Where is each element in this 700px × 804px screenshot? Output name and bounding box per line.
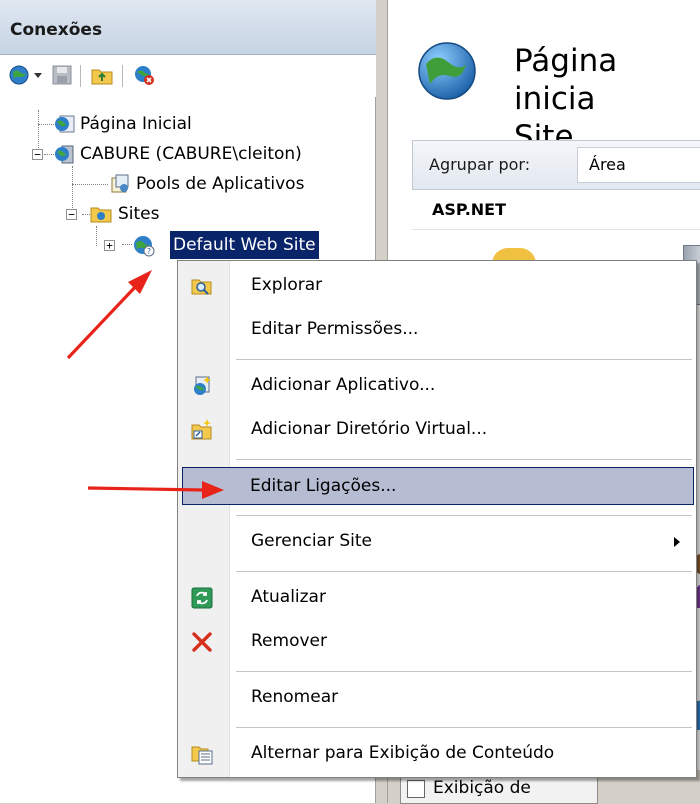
menu-separator (236, 727, 692, 729)
tab-label: Exibição de Recursos (433, 778, 531, 798)
menu-separator (236, 671, 692, 673)
content-view-icon (190, 742, 214, 766)
remove-icon (190, 630, 214, 654)
tree-label: Pools de Aplicativos (136, 174, 305, 194)
tree-label: Default Web Site (170, 231, 319, 259)
menu-label: Gerenciar Site (251, 531, 373, 551)
menu-label: Atualizar (251, 587, 326, 607)
add-virtual-directory-icon (190, 418, 214, 442)
tree-item-sites[interactable]: − Sites (0, 200, 376, 228)
menu-item-add-virtual-directory[interactable]: Adicionar Diretório Virtual... (180, 411, 694, 449)
refresh-icon (190, 586, 214, 610)
menu-item-remove[interactable]: Remover (180, 623, 694, 661)
menu-item-manage-site[interactable]: Gerenciar Site (180, 523, 694, 561)
menu-label: Editar Permissões... (251, 319, 419, 339)
menu-label: Remover (251, 631, 327, 651)
server-icon (54, 143, 76, 165)
submenu-arrow-icon (674, 537, 680, 547)
tree-item-server[interactable]: − CABURE (CABURE\cleiton) (0, 140, 376, 168)
page-title: Página inicia Site (514, 42, 700, 156)
tree-item-default-web-site[interactable]: + ? Default Web Site (0, 231, 376, 259)
svg-text:?: ? (147, 247, 151, 256)
context-menu: Explorar Editar Permissões... Adicionar … (177, 260, 697, 778)
connections-title: Conexões (10, 20, 103, 40)
expand-icon[interactable]: + (104, 240, 115, 251)
menu-separator (236, 459, 692, 461)
menu-separator (236, 515, 692, 517)
tab-resource-view[interactable]: Exibição de Recursos (400, 774, 598, 804)
section-title: ASP.NET (432, 200, 507, 219)
sites-folder-icon (90, 203, 112, 225)
disconnect-icon[interactable] (132, 63, 156, 87)
toolbar-separator (122, 65, 124, 87)
connect-icon[interactable] (8, 63, 32, 87)
website-globe-icon: ? (132, 234, 155, 257)
tree-item-start-page[interactable]: Página Inicial (0, 110, 376, 138)
menu-label: Editar Ligações... (250, 476, 397, 496)
menu-item-rename[interactable]: Renomear (180, 679, 694, 717)
page-title-line: Página inicia (514, 43, 618, 117)
tree-label: CABURE (CABURE\cleiton) (80, 144, 302, 164)
app-pools-icon (108, 173, 130, 195)
save-icon[interactable] (50, 63, 74, 87)
menu-item-add-application[interactable]: Adicionar Aplicativo... (180, 367, 694, 405)
menu-separator (236, 359, 692, 361)
tree-item-app-pools[interactable]: Pools de Aplicativos (0, 170, 376, 198)
group-by-label: Agrupar por: (429, 155, 531, 174)
add-application-icon (190, 374, 214, 398)
resource-view-icon (407, 780, 425, 798)
menu-separator (236, 571, 692, 573)
menu-item-edit-permissions[interactable]: Editar Permissões... (180, 311, 694, 349)
collapse-icon[interactable]: − (32, 149, 43, 160)
menu-label: Explorar (251, 275, 323, 295)
section-header: ASP.NET (412, 190, 700, 230)
toolbar-separator (80, 65, 82, 87)
home-globe-icon (416, 40, 478, 102)
connections-toolbar (0, 55, 376, 97)
menu-item-explore[interactable]: Explorar (180, 267, 694, 305)
group-by-value[interactable]: Área (589, 155, 626, 174)
menu-label: Adicionar Diretório Virtual... (251, 419, 488, 439)
explore-icon (190, 274, 214, 298)
menu-item-refresh[interactable]: Atualizar (180, 579, 694, 617)
up-folder-icon[interactable] (90, 63, 114, 87)
menu-label: Adicionar Aplicativo... (251, 375, 436, 395)
group-by-bar: Agrupar por: Área (412, 140, 700, 190)
connections-header: Conexões (0, 0, 376, 55)
start-page-icon (54, 113, 76, 135)
menu-item-edit-bindings[interactable]: Editar Ligações... (182, 467, 694, 505)
collapse-icon[interactable]: − (66, 209, 77, 220)
menu-label: Renomear (251, 687, 339, 707)
menu-label: Alternar para Exibição de Conteúdo (251, 743, 555, 763)
chevron-down-icon[interactable] (34, 73, 42, 78)
menu-item-content-view[interactable]: Alternar para Exibição de Conteúdo (180, 735, 694, 773)
tree-label: Sites (118, 204, 160, 224)
tree-label: Página Inicial (80, 114, 192, 134)
